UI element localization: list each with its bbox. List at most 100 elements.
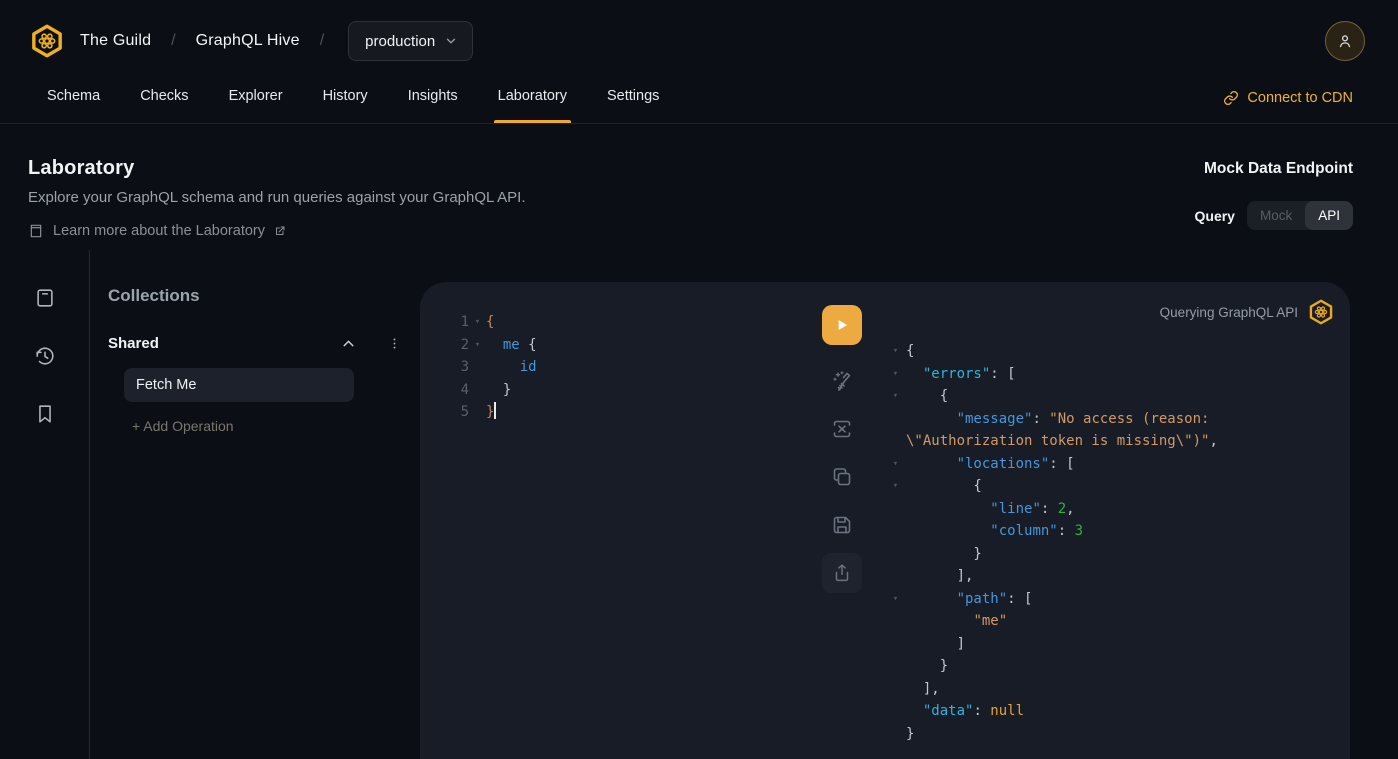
tab-settings[interactable]: Settings: [605, 82, 661, 123]
fold-arrow-icon: [885, 565, 906, 588]
toggle-option-api[interactable]: API: [1305, 201, 1353, 230]
link-icon: [1223, 90, 1239, 106]
text-cursor: [494, 402, 496, 419]
fold-arrow-icon: [885, 655, 906, 678]
fold-arrow-icon: [469, 356, 486, 379]
code-text: }: [906, 723, 914, 746]
code-line: }: [885, 723, 1350, 746]
fold-arrow-icon: [885, 520, 906, 543]
code-line: "data": null: [885, 700, 1350, 723]
line-number: 5: [453, 401, 469, 424]
fold-arrow-icon: [885, 610, 906, 633]
hive-logo-icon[interactable]: [30, 24, 64, 58]
learn-more-label: Learn more about the Laboratory: [53, 223, 265, 239]
fold-arrow-icon[interactable]: ▾: [885, 363, 906, 386]
collection-group-name[interactable]: Shared: [108, 335, 159, 352]
breadcrumb: The Guild / GraphQL Hive / production: [30, 21, 473, 61]
breadcrumb-org[interactable]: The Guild: [80, 32, 151, 50]
prettify-icon[interactable]: [830, 369, 854, 393]
line-number: 4: [453, 379, 469, 402]
tab-list: Schema Checks Explorer History Insights Labor…: [45, 82, 661, 123]
toggle-option-mock[interactable]: Mock: [1247, 201, 1305, 230]
save-icon[interactable]: [830, 513, 854, 537]
page-title: Laboratory: [28, 157, 526, 180]
code-text: }: [906, 655, 948, 678]
execute-query-button[interactable]: [822, 305, 862, 345]
code-text: }: [486, 379, 511, 402]
code-text: }: [486, 401, 496, 424]
fold-arrow-icon[interactable]: ▾: [885, 340, 906, 363]
code-text: {: [906, 475, 982, 498]
left-icon-rail: [0, 250, 90, 759]
environment-selector-value: production: [365, 33, 435, 50]
code-line: "column": 3: [885, 520, 1350, 543]
tab-history[interactable]: History: [321, 82, 370, 123]
chevron-down-icon: [444, 34, 458, 48]
add-operation-button[interactable]: + Add Operation: [132, 418, 402, 434]
bookmark-icon[interactable]: [34, 403, 56, 425]
fold-arrow-icon: [469, 379, 486, 402]
tab-explorer[interactable]: Explorer: [227, 82, 285, 123]
fold-arrow-icon[interactable]: ▾: [885, 588, 906, 611]
code-text: "errors": [: [906, 363, 1016, 386]
merge-icon[interactable]: [830, 417, 854, 441]
code-text: "line": 2,: [906, 498, 1075, 521]
history-icon[interactable]: [34, 345, 56, 367]
top-bar: The Guild / GraphQL Hive / production: [0, 0, 1398, 82]
code-line: "line": 2,: [885, 498, 1350, 521]
mock-endpoint-title: Mock Data Endpoint: [1195, 160, 1354, 178]
tab-laboratory[interactable]: Laboratory: [496, 82, 569, 123]
code-text: {: [486, 311, 494, 334]
connect-to-cdn-label: Connect to CDN: [1247, 90, 1353, 106]
code-text: \"Authorization token is missing\")",: [906, 430, 1218, 453]
tab-insights[interactable]: Insights: [406, 82, 460, 123]
fold-arrow-icon: [469, 401, 486, 424]
line-number: 2: [453, 334, 469, 357]
fold-arrow-icon[interactable]: ▾: [885, 385, 906, 408]
code-line: }: [885, 543, 1350, 566]
share-icon[interactable]: [822, 553, 862, 593]
query-label: Query: [1195, 208, 1235, 224]
query-editor[interactable]: 1▾{2▾ me {3 id4 }5}: [420, 282, 810, 424]
laboratory-content: Collections Shared Fetch Me + Add Operat…: [0, 250, 1398, 759]
chevron-up-icon[interactable]: [340, 335, 357, 352]
code-text: "locations": [: [906, 453, 1075, 476]
learn-more-link[interactable]: Learn more about the Laboratory: [28, 223, 526, 239]
operation-item[interactable]: Fetch Me: [124, 368, 354, 402]
page-header: Laboratory Explore your GraphQL schema a…: [0, 124, 1398, 250]
code-line: ▾ {: [885, 385, 1350, 408]
code-text: ]: [906, 633, 965, 656]
breadcrumb-project[interactable]: GraphQL Hive: [196, 32, 300, 50]
copy-icon[interactable]: [830, 465, 854, 489]
fold-arrow-icon[interactable]: ▾: [885, 453, 906, 476]
collections-icon[interactable]: [34, 287, 56, 309]
code-text: "column": 3: [906, 520, 1083, 543]
kebab-menu-icon[interactable]: [387, 336, 402, 351]
code-text: "data": null: [906, 700, 1024, 723]
response-pane: Querying GraphQL API ▾{▾ "errors": [▾ {: [880, 282, 1350, 759]
code-text: ],: [906, 678, 940, 701]
code-line: ▾ {: [885, 475, 1350, 498]
operation-list: Fetch Me: [108, 368, 402, 402]
code-text: {: [906, 385, 948, 408]
tab-checks[interactable]: Checks: [138, 82, 190, 123]
code-line: ],: [885, 565, 1350, 588]
endpoint-toggle-group: Mock API: [1247, 201, 1353, 230]
fold-arrow-icon: [885, 700, 906, 723]
code-line: 2▾ me {: [453, 334, 810, 357]
book-icon: [28, 223, 44, 239]
user-icon: [1336, 32, 1354, 50]
fold-arrow-icon[interactable]: ▾: [469, 334, 486, 357]
tab-schema[interactable]: Schema: [45, 82, 102, 123]
hive-logo-icon: [1308, 299, 1334, 325]
connect-to-cdn-button[interactable]: Connect to CDN: [1223, 82, 1353, 106]
breadcrumb-separator: /: [171, 32, 175, 50]
fold-arrow-icon[interactable]: ▾: [885, 475, 906, 498]
code-line: \"Authorization token is missing\")",: [885, 430, 1350, 453]
fold-arrow-icon[interactable]: ▾: [469, 311, 486, 334]
code-line: 1▾{: [453, 311, 810, 334]
code-text: ],: [906, 565, 973, 588]
user-menu-avatar[interactable]: [1325, 21, 1365, 61]
environment-selector[interactable]: production: [348, 21, 473, 61]
editor-toolbar: [822, 305, 862, 593]
